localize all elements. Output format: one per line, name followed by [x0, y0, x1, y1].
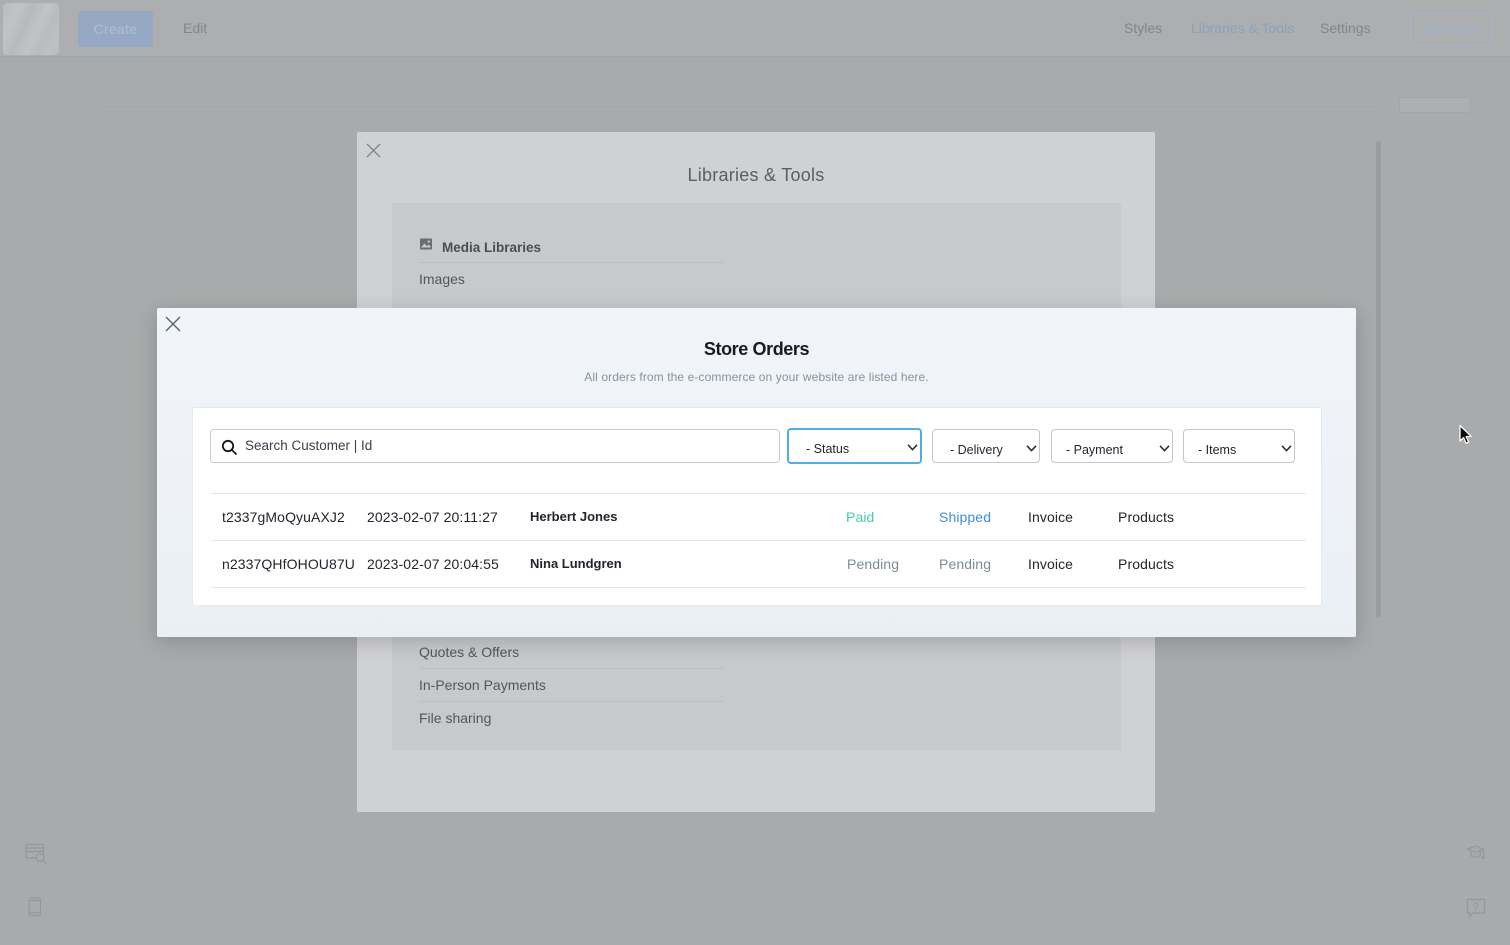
svg-text:?: ? — [1473, 902, 1479, 914]
